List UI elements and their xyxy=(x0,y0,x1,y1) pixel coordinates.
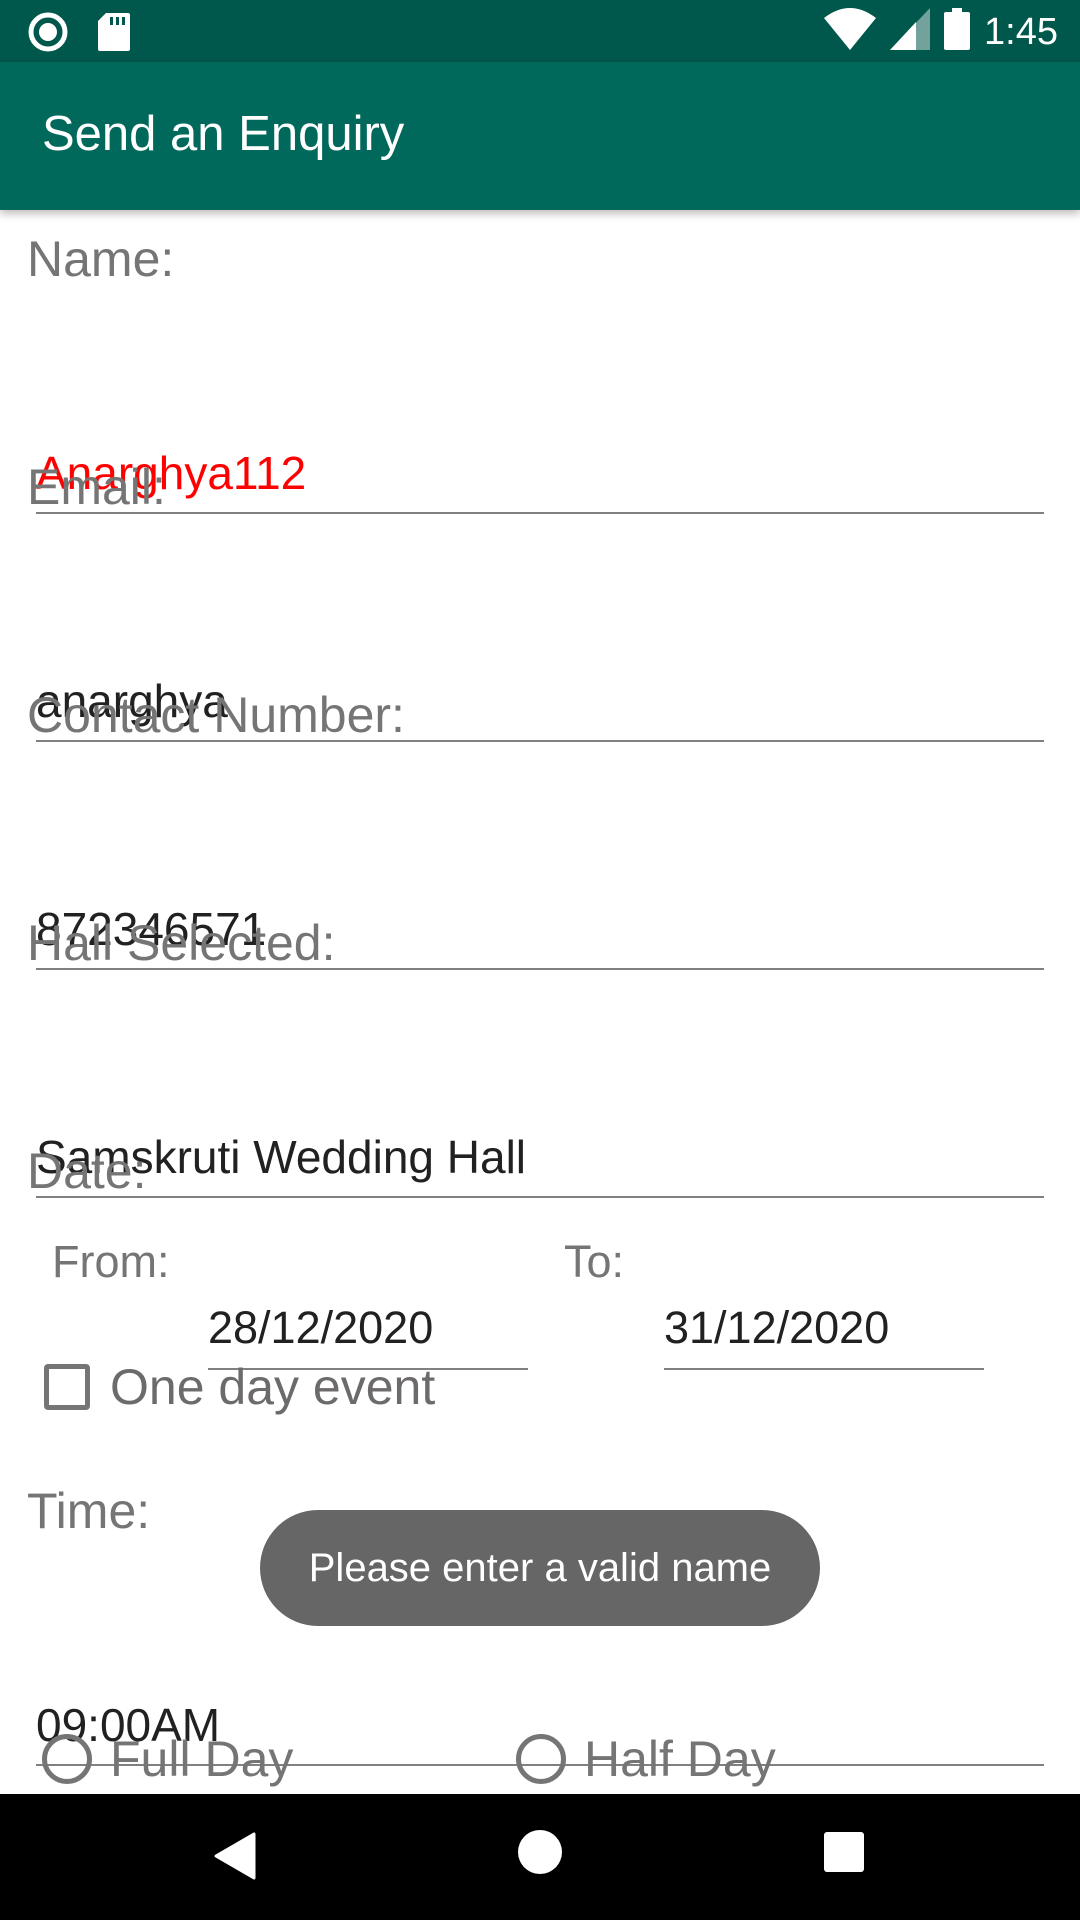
hall-field[interactable]: Samskruti Wedding Hall xyxy=(36,1128,1044,1198)
status-left-icons xyxy=(28,12,130,57)
date-to-field[interactable]: 31/12/2020 xyxy=(664,1300,984,1370)
radio-icon[interactable] xyxy=(516,1734,566,1784)
email-label: Email: xyxy=(27,459,166,515)
date-from-value: 28/12/2020 xyxy=(208,1302,434,1353)
signal-icon xyxy=(890,8,931,55)
radio-icon xyxy=(28,12,68,57)
wifi-icon xyxy=(824,8,877,55)
full-day-label: Full Day xyxy=(110,1731,294,1787)
time-label: Time: xyxy=(27,1483,151,1539)
date-to-label: To: xyxy=(564,1236,625,1287)
app-bar: Send an Enquiry xyxy=(0,62,1080,210)
date-label: Date: xyxy=(27,1143,147,1199)
contact-label: Contact Number: xyxy=(27,687,405,743)
battery-icon xyxy=(944,8,971,55)
one-day-event-label: One day event xyxy=(110,1359,436,1415)
page-title: Send an Enquiry xyxy=(42,107,405,161)
full-day-radio[interactable]: Full Day xyxy=(42,1730,293,1788)
sd-card-icon xyxy=(98,13,130,56)
hall-label: Hall Selected: xyxy=(27,915,336,971)
radio-icon[interactable] xyxy=(42,1734,92,1784)
date-to-value: 31/12/2020 xyxy=(664,1302,890,1353)
back-icon[interactable] xyxy=(214,1832,256,1885)
checkbox-icon[interactable] xyxy=(44,1364,90,1410)
name-label: Name: xyxy=(27,231,175,287)
date-from-label: From: xyxy=(52,1236,170,1287)
recents-icon[interactable] xyxy=(824,1832,864,1872)
status-bar: 1:45 xyxy=(0,0,1080,62)
half-day-radio[interactable]: Half Day xyxy=(516,1730,776,1788)
name-field[interactable]: Anarghya112 xyxy=(36,444,1044,514)
home-icon[interactable] xyxy=(518,1830,562,1874)
half-day-label: Half Day xyxy=(584,1731,776,1787)
one-day-event-checkbox[interactable]: One day event xyxy=(44,1358,435,1416)
status-right-icons: 1:45 xyxy=(824,8,1058,55)
navigation-bar xyxy=(0,1794,1080,1920)
status-time: 1:45 xyxy=(984,10,1058,53)
toast-message: Please enter a valid name xyxy=(260,1510,820,1626)
